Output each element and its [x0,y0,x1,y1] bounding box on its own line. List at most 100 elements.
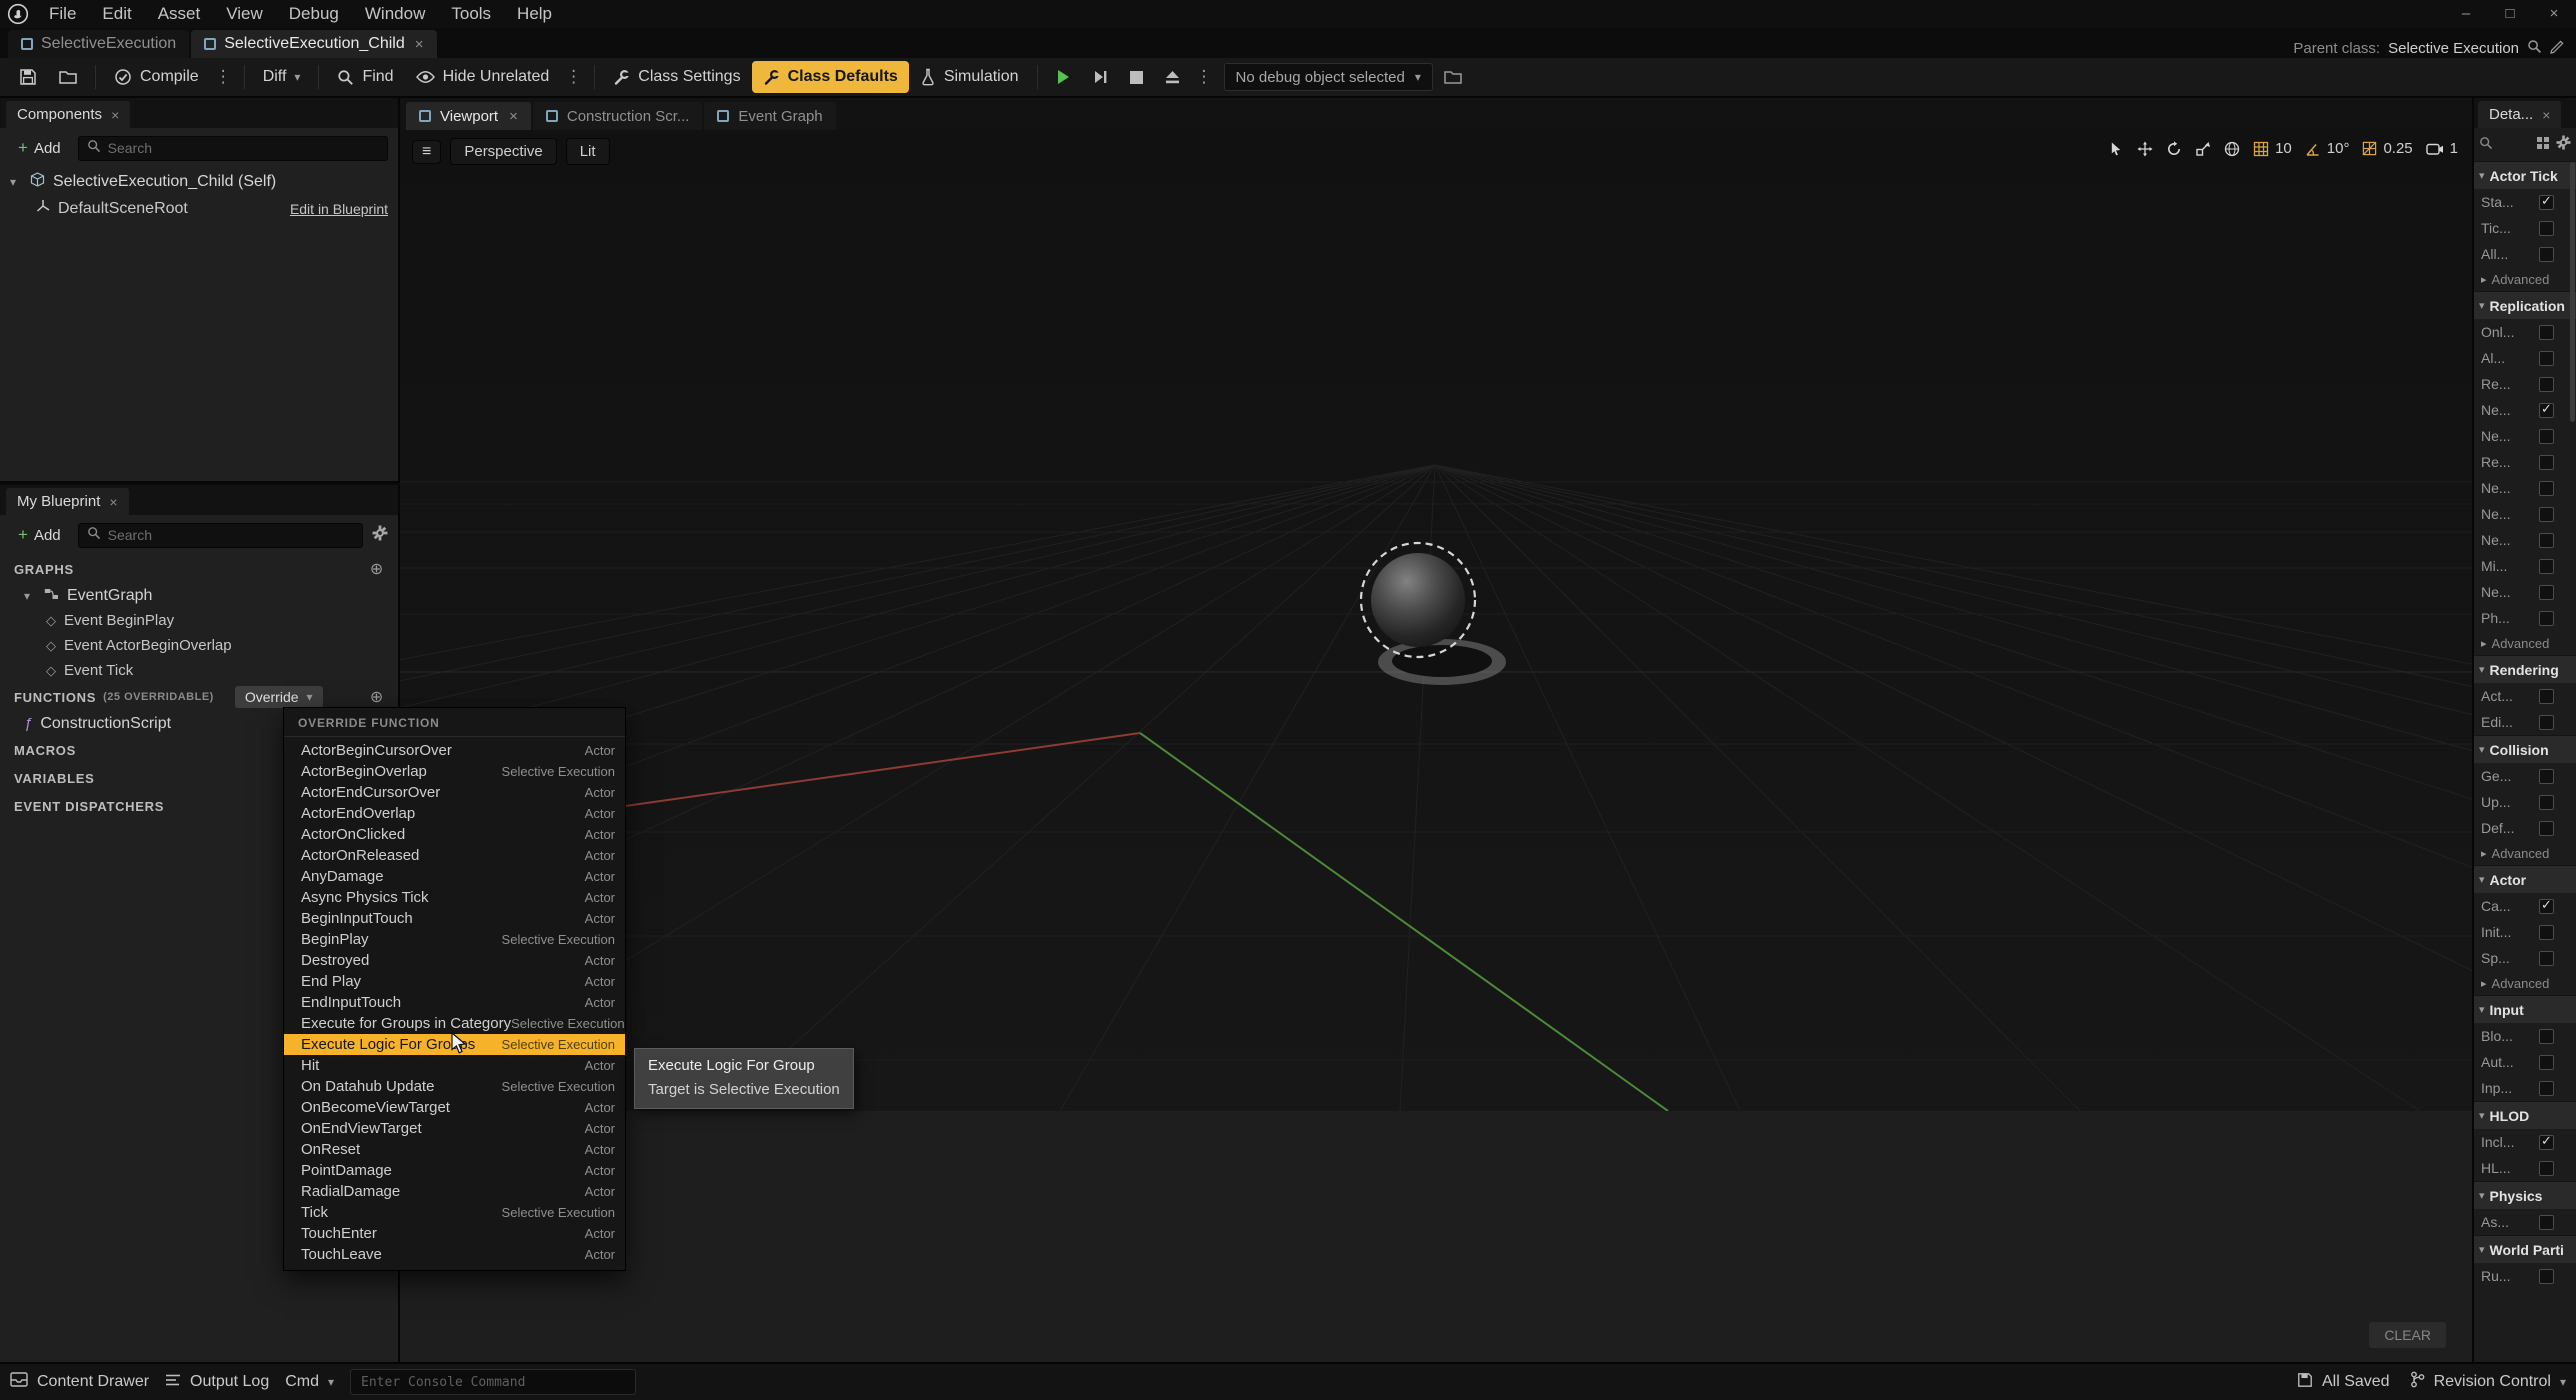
grid-snap-value[interactable]: 10 [2275,140,2292,157]
menu-item-debug[interactable]: Debug [276,4,352,23]
override-menu-item[interactable]: OnResetActor [284,1139,625,1160]
checkbox[interactable] [2539,1269,2554,1284]
view-mode-button[interactable]: Lit [566,138,610,165]
add-new-button[interactable]: + Add [10,522,69,548]
checkbox[interactable] [2539,925,2554,940]
hide-unrelated-button[interactable]: Hide Unrelated [405,61,561,93]
checkbox[interactable] [2539,1161,2554,1176]
eject-button[interactable] [1154,61,1191,93]
parent-class-value[interactable]: Selective Execution [2388,40,2519,57]
doc-tab[interactable]: SelectiveExecution [8,30,189,58]
details-section-collision[interactable]: ▾Collision [2474,735,2576,763]
content-drawer-button[interactable]: Content Drawer [10,1372,149,1392]
all-saved-status[interactable]: All Saved [2297,1372,2390,1393]
diff-button[interactable]: Diff ▾ [252,61,312,93]
components-scene-root-item[interactable]: DefaultSceneRoot Edit in Blueprint [0,195,398,222]
compile-button[interactable]: Compile [103,61,210,93]
event-node-item[interactable]: ◇Event ActorBeginOverlap [0,633,398,658]
checkbox[interactable] [2539,1055,2554,1070]
advanced-toggle[interactable]: ▸Advanced [2474,841,2576,865]
checkbox[interactable] [2539,195,2554,210]
checkbox[interactable] [2539,403,2554,418]
menu-item-view[interactable]: View [213,4,276,23]
simulation-button[interactable]: Simulation [909,61,1030,93]
search-icon[interactable] [2527,39,2542,58]
my-blueprint-search-input[interactable] [78,523,363,548]
revision-control-button[interactable]: Revision Control ▾ [2410,1371,2566,1393]
checkbox[interactable] [2539,533,2554,548]
details-section-rendering[interactable]: ▾Rendering [2474,655,2576,683]
minimize-button[interactable]: – [2444,0,2488,28]
frame-skip-button[interactable] [1082,61,1119,93]
override-dropdown-button[interactable]: Override ▾ [235,686,323,708]
debug-object-dropdown[interactable]: No debug object selected ▾ [1224,63,1433,91]
maximize-button[interactable]: □ [2488,0,2532,28]
override-menu-item[interactable]: ActorOnReleasedActor [284,845,625,866]
checkbox[interactable] [2539,377,2554,392]
override-menu-item[interactable]: EndInputTouchActor [284,992,625,1013]
close-icon[interactable]: × [415,36,424,53]
viewport-tab[interactable]: Viewport× [406,102,531,130]
checkbox[interactable] [2539,611,2554,626]
details-section-input[interactable]: ▾Input [2474,995,2576,1023]
details-section-replication[interactable]: ▾Replication [2474,291,2576,319]
play-button[interactable] [1045,61,1082,93]
override-menu-item[interactable]: OnEndViewTargetActor [284,1118,625,1139]
select-tool-icon[interactable] [2109,141,2124,157]
checkbox[interactable] [2539,795,2554,810]
components-search-input[interactable] [78,136,388,161]
menu-item-asset[interactable]: Asset [145,4,214,23]
checkbox[interactable] [2539,1135,2554,1150]
override-menu-item[interactable]: AnyDamageActor [284,866,625,887]
override-menu-item[interactable]: BeginPlaySelective Execution [284,929,625,950]
add-graph-icon[interactable]: ⊕ [370,559,384,579]
class-settings-button[interactable]: Class Settings [602,61,751,93]
components-root-item[interactable]: ▾ SelectiveExecution_Child (Self) [0,168,398,195]
chevron-down-icon[interactable]: ▾ [24,589,36,603]
compile-options-kebab-icon[interactable]: ⋮ [210,67,237,87]
override-menu-item[interactable]: ActorBeginOverlapSelective Execution [284,761,625,782]
console-command-input[interactable] [350,1369,636,1395]
perspective-button[interactable]: Perspective [450,138,556,165]
viewport-tab[interactable]: Event Graph [704,102,835,130]
advanced-toggle[interactable]: ▸Advanced [2474,267,2576,291]
my-blueprint-tab[interactable]: My Blueprint × [6,488,129,515]
override-menu-item[interactable]: DestroyedActor [284,950,625,971]
override-menu-item[interactable]: ActorBeginCursorOverActor [284,740,625,761]
scale-snap-icon[interactable] [2362,141,2377,156]
menu-item-help[interactable]: Help [504,4,565,23]
sphere-mesh[interactable] [1371,553,1465,647]
checkbox[interactable] [2539,1215,2554,1230]
add-component-button[interactable]: + Add [10,135,69,161]
checkbox[interactable] [2539,351,2554,366]
override-menu-item[interactable]: RadialDamageActor [284,1181,625,1202]
rotation-snap-value[interactable]: 10° [2327,140,2350,157]
output-log-button[interactable]: Output Log [165,1373,269,1392]
event-node-item[interactable]: ◇Event Tick [0,658,398,683]
viewport-tab[interactable]: Construction Scr... [533,102,703,130]
checkbox[interactable] [2539,715,2554,730]
checkbox[interactable] [2539,1029,2554,1044]
close-icon[interactable]: × [109,494,117,510]
checkbox[interactable] [2539,1081,2554,1096]
save-button[interactable] [8,61,48,93]
chevron-down-icon[interactable]: ▾ [10,175,22,189]
override-menu-item[interactable]: OnBecomeViewTargetActor [284,1097,625,1118]
advanced-toggle[interactable]: ▸Advanced [2474,971,2576,995]
stop-button[interactable] [1119,61,1154,93]
override-menu-item[interactable]: ActorEndOverlapActor [284,803,625,824]
override-menu-item[interactable]: Async Physics TickActor [284,887,625,908]
override-menu-item[interactable]: ActorOnClickedActor [284,824,625,845]
grid-snap-icon[interactable] [2253,141,2269,157]
details-section-hlod[interactable]: ▾HLOD [2474,1101,2576,1129]
cmd-dropdown[interactable]: Cmd ▾ [285,1373,334,1391]
find-button[interactable]: Find [326,61,404,93]
close-icon[interactable]: × [111,107,119,123]
details-section-actor[interactable]: ▾Actor [2474,865,2576,893]
details-section-actor-tick[interactable]: ▾Actor Tick [2474,161,2576,189]
checkbox[interactable] [2539,325,2554,340]
browse-debug-object-button[interactable] [1433,61,1473,93]
viewport-menu-icon[interactable]: ≡ [412,140,441,164]
scale-snap-value[interactable]: 0.25 [2383,140,2412,157]
checkbox[interactable] [2539,769,2554,784]
